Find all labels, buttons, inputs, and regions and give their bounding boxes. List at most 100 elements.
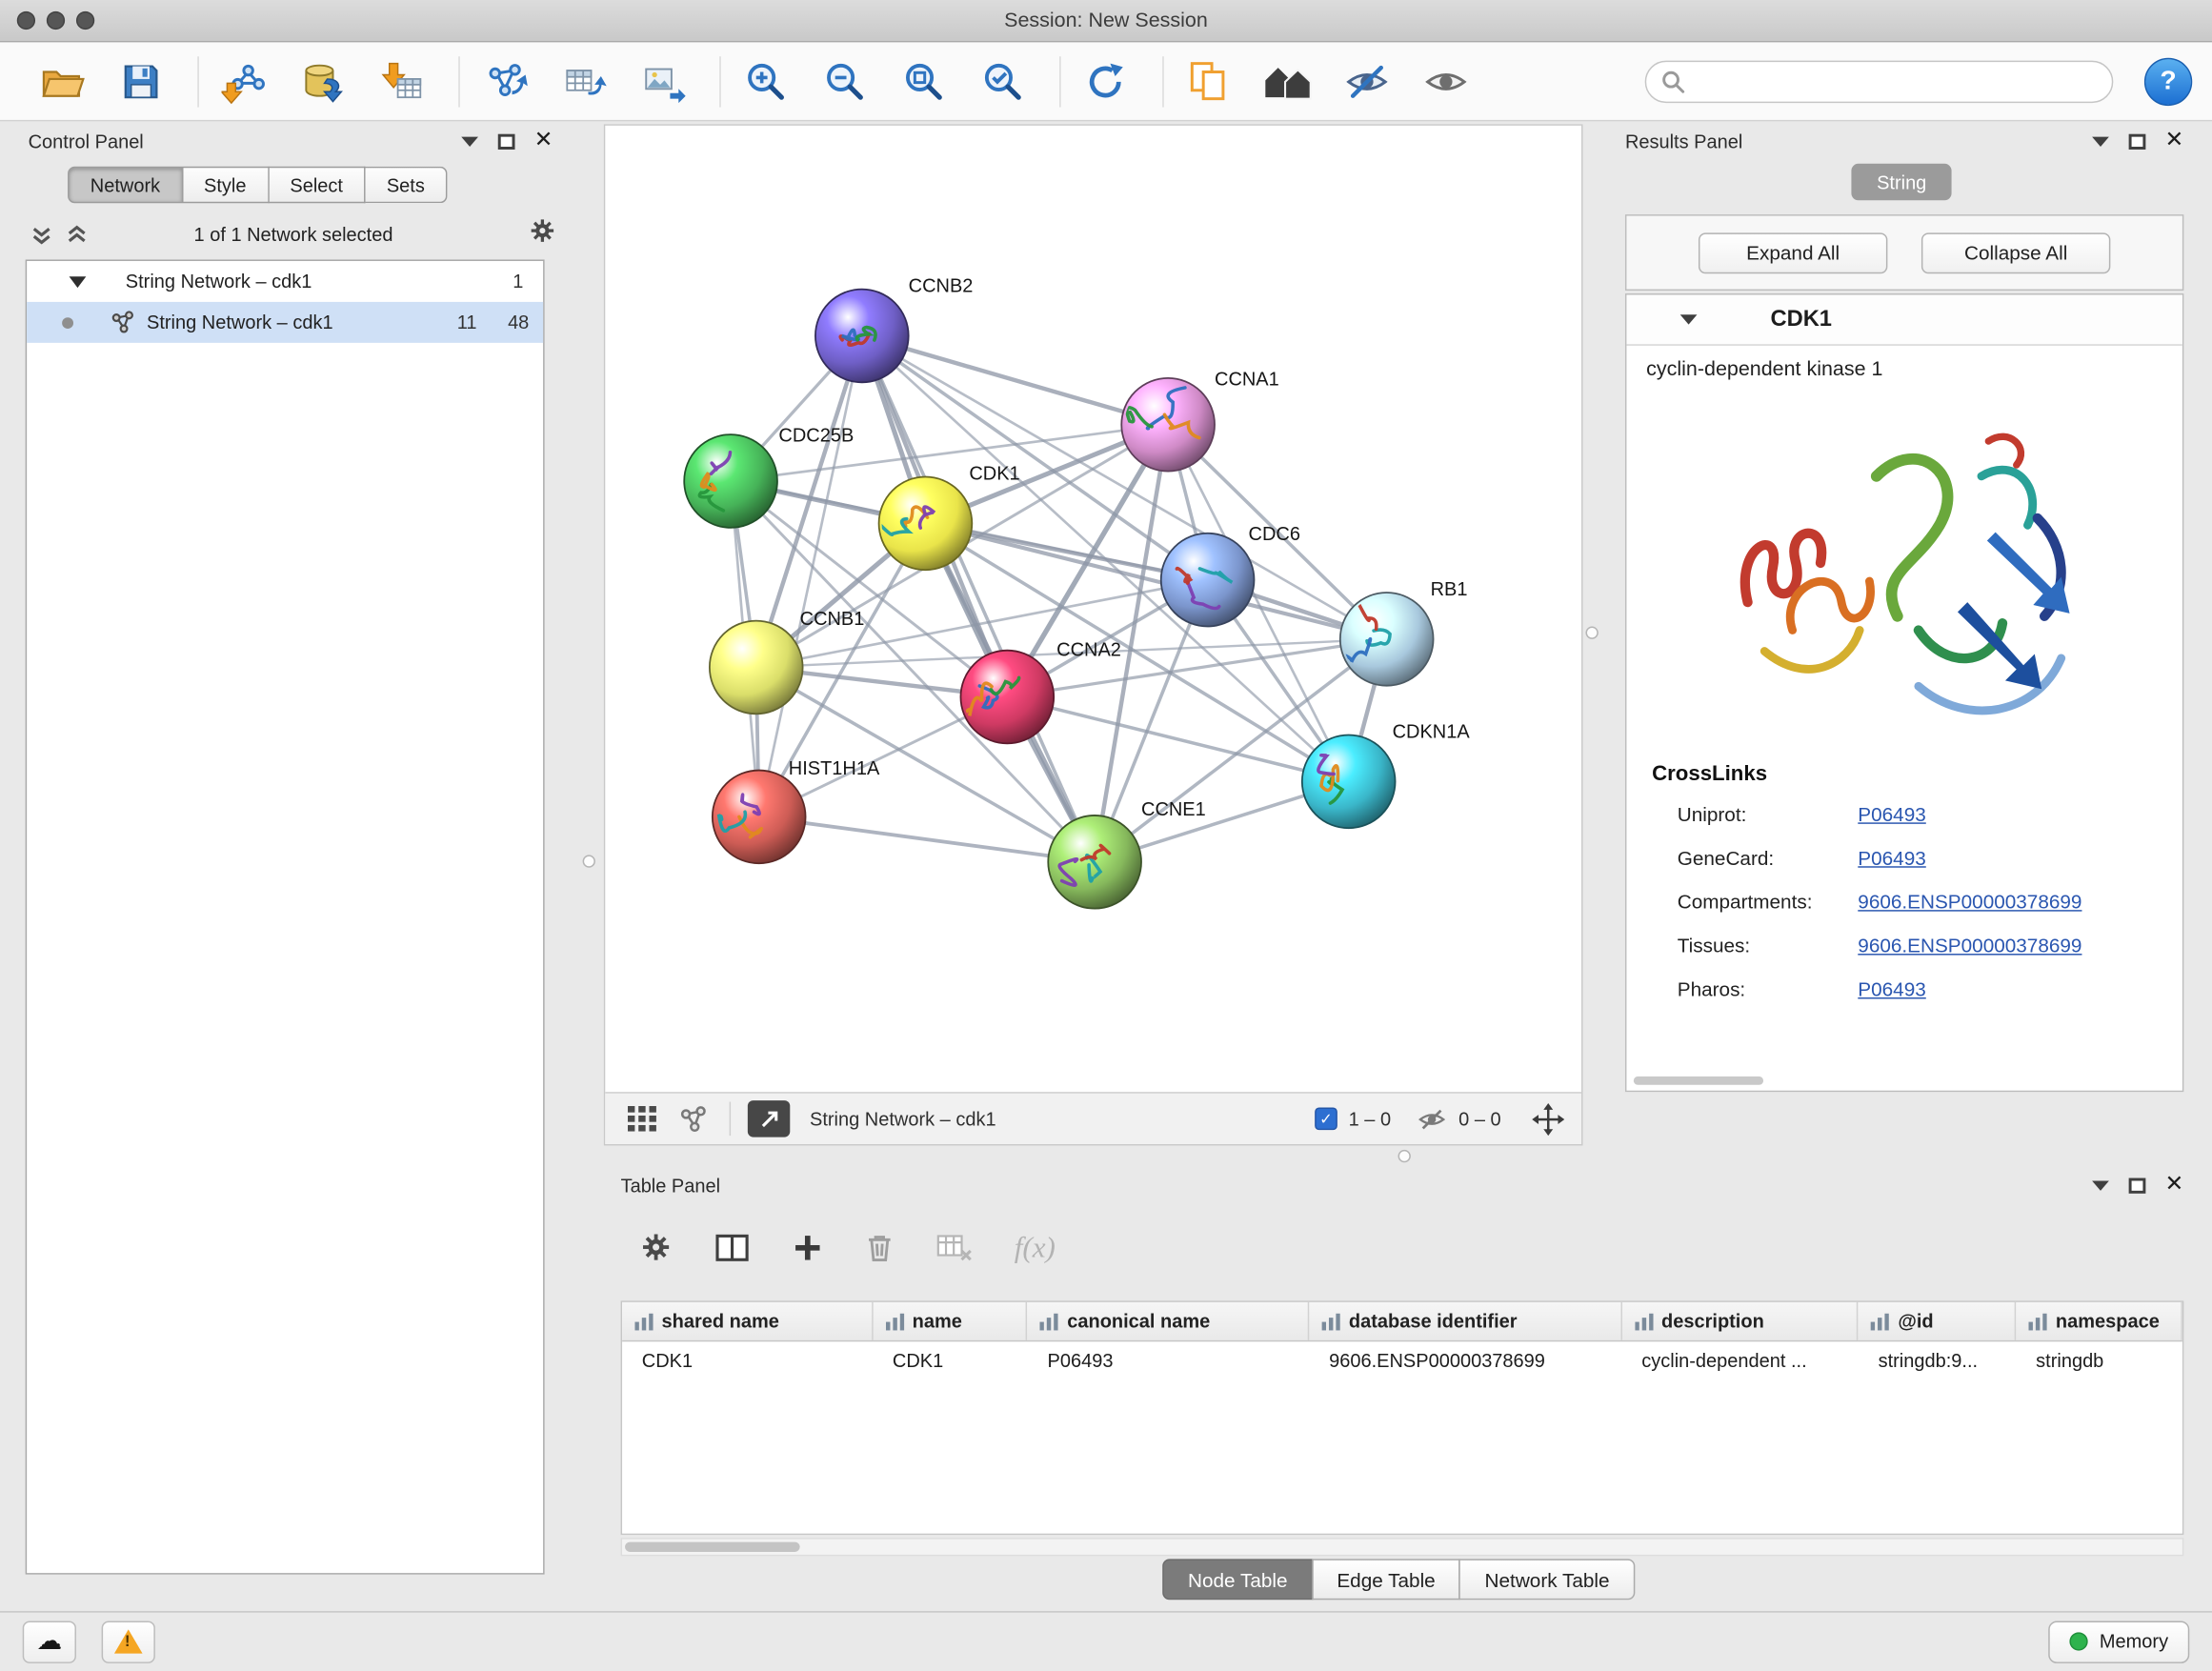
help-button[interactable]: ?: [2144, 57, 2192, 105]
crosslink-label: Compartments:: [1678, 890, 1859, 913]
close-panel-icon[interactable]: ✕: [2165, 1174, 2184, 1197]
table-options-gear-icon[interactable]: [640, 1232, 672, 1263]
network-edge[interactable]: [759, 335, 862, 816]
network-node-cdkn1a[interactable]: [1302, 735, 1396, 829]
import-network-from-database-button[interactable]: [294, 50, 351, 112]
open-session-icon: [39, 60, 84, 102]
close-panel-icon[interactable]: ✕: [2165, 130, 2184, 152]
crosslink-pharos-link[interactable]: P06493: [1858, 976, 1925, 999]
float-panel-icon[interactable]: [497, 133, 514, 149]
cloud-status-button[interactable]: ☁: [23, 1621, 76, 1662]
show-all-button[interactable]: [1418, 50, 1474, 112]
open-session-button[interactable]: [34, 50, 90, 112]
pan-move-icon[interactable]: [1532, 1102, 1564, 1135]
scrollbar-thumb[interactable]: [625, 1542, 800, 1552]
network-node-ccna2[interactable]: [960, 651, 1054, 744]
new-network-button[interactable]: [477, 50, 533, 112]
column-header-canonical-name[interactable]: canonical name: [1028, 1302, 1310, 1340]
search-input[interactable]: [1645, 60, 2114, 102]
memory-button[interactable]: Memory: [2049, 1621, 2190, 1662]
collapse-all-button[interactable]: Collapse All: [1921, 232, 2110, 273]
network-node-ccnb1[interactable]: [710, 621, 803, 715]
crosslink-genecard-link[interactable]: P06493: [1858, 846, 1925, 869]
tab-node-table[interactable]: Node Table: [1162, 1559, 1313, 1600]
refresh-button[interactable]: [1077, 50, 1134, 112]
crosslink-compartments-link[interactable]: 9606.ENSP00000378699: [1858, 890, 2081, 913]
save-session-button[interactable]: [112, 50, 169, 112]
zoom-out-button[interactable]: [816, 50, 873, 112]
close-panel-icon[interactable]: ✕: [534, 130, 553, 152]
toolbar-separator: [719, 55, 720, 106]
import-table-from-file-button[interactable]: [373, 50, 430, 112]
cloud-icon: ☁: [37, 1626, 63, 1656]
hide-selected-button[interactable]: [1338, 50, 1395, 112]
network-node-cdc25b[interactable]: [684, 434, 777, 528]
import-network-from-file-button[interactable]: [216, 50, 272, 112]
detach-view-button[interactable]: [748, 1100, 790, 1137]
results-actions-bar: Expand All Collapse All: [1625, 214, 2183, 291]
tab-network[interactable]: Network: [68, 167, 183, 204]
warnings-button[interactable]: [102, 1621, 155, 1662]
annotation-button[interactable]: [1180, 50, 1237, 112]
collapse-section-icon[interactable]: [1680, 314, 1698, 324]
network-node-cdk1[interactable]: [879, 477, 973, 571]
show-columns-icon[interactable]: [714, 1233, 751, 1262]
tab-sets[interactable]: Sets: [366, 167, 448, 204]
export-image-button[interactable]: [634, 50, 691, 112]
column-header-name[interactable]: name: [873, 1302, 1028, 1340]
network-canvas[interactable]: CCNB2CCNA1CDC25BCDK1CDC6RB1CCNB1CCNA2CDK…: [605, 126, 1581, 1092]
vertical-splitter-handle[interactable]: [1585, 627, 1598, 639]
tab-string[interactable]: String: [1851, 164, 1952, 201]
zoom-in-button[interactable]: [737, 50, 794, 112]
new-table-button[interactable]: [555, 50, 612, 112]
tab-network-table[interactable]: Network Table: [1459, 1559, 1635, 1600]
expand-all-button[interactable]: Expand All: [1699, 232, 1887, 273]
zoom-fit-button[interactable]: [895, 50, 952, 112]
network-edge[interactable]: [862, 335, 1095, 861]
vertical-splitter-handle[interactable]: [583, 855, 595, 867]
delete-column-trash-icon[interactable]: [865, 1231, 895, 1263]
window-close-button[interactable]: [17, 11, 35, 30]
network-node-ccna1[interactable]: [1121, 378, 1215, 472]
network-edge[interactable]: [862, 335, 1168, 424]
network-options-gear-icon[interactable]: [529, 217, 555, 252]
crosslink-tissues-link[interactable]: 9606.ENSP00000378699: [1858, 934, 2081, 956]
tab-style[interactable]: Style: [183, 167, 269, 204]
column-header-shared-name[interactable]: shared name: [622, 1302, 873, 1340]
network-edge[interactable]: [759, 816, 1095, 861]
home-button[interactable]: [1259, 50, 1316, 112]
tab-select[interactable]: Select: [269, 167, 365, 204]
protein-card-header[interactable]: CDK1: [1626, 294, 2182, 345]
window-zoom-button[interactable]: [76, 11, 94, 30]
network-collection-row[interactable]: String Network – cdk1 1: [27, 261, 543, 302]
tab-edge-table[interactable]: Edge Table: [1312, 1559, 1461, 1600]
selected-checkbox-icon[interactable]: ✓: [1315, 1107, 1337, 1130]
column-header-namespace[interactable]: namespace: [2016, 1302, 2182, 1340]
float-panel-icon[interactable]: [2128, 133, 2145, 149]
window-minimize-button[interactable]: [47, 11, 65, 30]
network-node-rb1[interactable]: [1340, 593, 1434, 686]
network-overview-button[interactable]: [673, 1088, 712, 1150]
column-header-database-identifier[interactable]: database identifier: [1309, 1302, 1621, 1340]
panel-menu-icon[interactable]: [2092, 1180, 2109, 1190]
network-node-hist1h1a[interactable]: [713, 771, 806, 864]
table-row[interactable]: CDK1CDK1P064939606.ENSP00000378699cyclin…: [622, 1341, 2182, 1379]
add-column-plus-icon[interactable]: [793, 1233, 822, 1262]
float-panel-icon[interactable]: [2128, 1178, 2145, 1193]
network-row-selected[interactable]: String Network – cdk1 11 48: [27, 302, 543, 343]
panel-menu-icon[interactable]: [461, 136, 478, 146]
zoom-selected-button[interactable]: [975, 50, 1031, 112]
horizontal-splitter-handle[interactable]: [1398, 1150, 1411, 1162]
tree-expand-icon[interactable]: [70, 276, 87, 288]
horizontal-scrollbar[interactable]: [1634, 1077, 1763, 1085]
column-header--id[interactable]: @id: [1859, 1302, 2017, 1340]
table-cell: 9606.ENSP00000378699: [1309, 1350, 1621, 1371]
save-session-icon: [120, 60, 162, 102]
panel-menu-icon[interactable]: [2092, 136, 2109, 146]
toolbar-separator: [1059, 55, 1060, 106]
table-horizontal-scrollbar[interactable]: [621, 1538, 2184, 1556]
network-node-cdc6[interactable]: [1161, 534, 1255, 627]
column-header-description[interactable]: description: [1622, 1302, 1859, 1340]
crosslink-uniprot-link[interactable]: P06493: [1858, 802, 1925, 825]
grid-view-button[interactable]: [622, 1088, 661, 1150]
